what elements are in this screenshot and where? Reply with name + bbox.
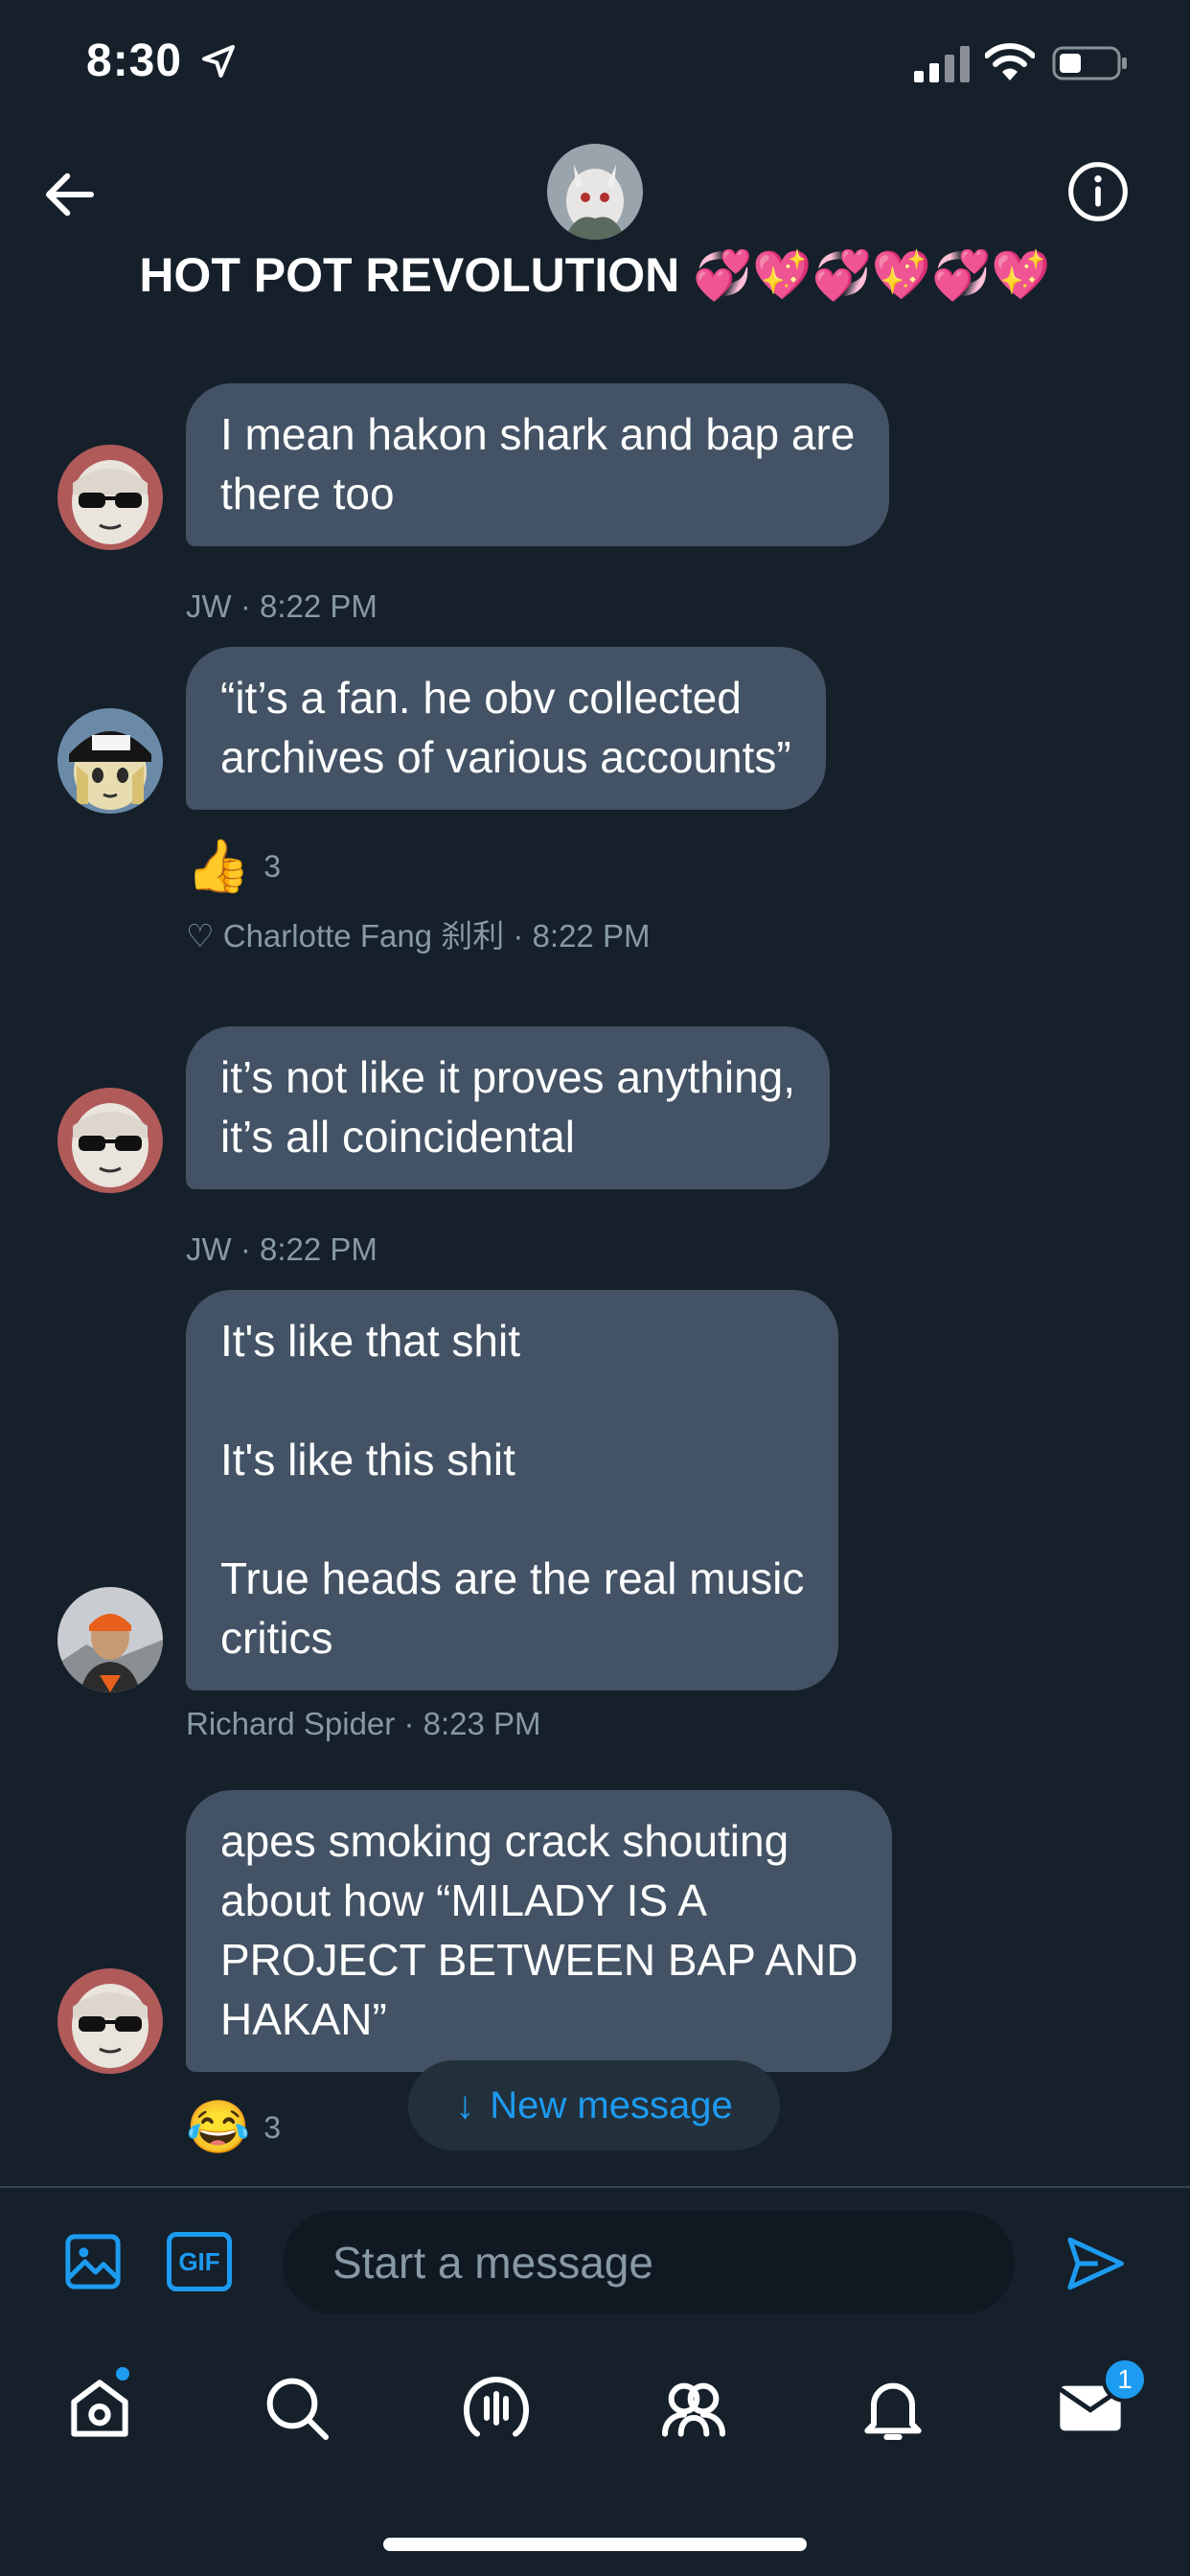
new-message-button[interactable]: ↓ New message xyxy=(408,2060,780,2150)
message-meta: JW · 8:22 PM xyxy=(186,1231,378,1267)
timestamp: 8:22 PM xyxy=(532,918,651,954)
message-bubble[interactable]: apes smoking crack shouting about how “M… xyxy=(186,1790,893,2072)
message-meta: Richard Spider · 8:23 PM xyxy=(186,1706,541,1741)
message-list[interactable]: I mean hakon shark and bap are there too… xyxy=(0,355,1190,2185)
avatar[interactable] xyxy=(57,708,163,814)
message-bubble[interactable]: It's like that shit It's like this shit … xyxy=(186,1290,839,1690)
home-badge-dot xyxy=(113,2364,132,2383)
timestamp: 8:22 PM xyxy=(259,588,378,624)
message-composer: GIF xyxy=(0,2186,1190,2339)
message-meta: JW · 8:22 PM xyxy=(186,588,378,624)
avatar[interactable] xyxy=(57,445,163,550)
spaces-icon[interactable] xyxy=(458,2370,535,2447)
reaction[interactable]: 👍 3 xyxy=(186,833,281,900)
thumbs-up-icon: 👍 xyxy=(186,838,251,895)
timestamp: 8:23 PM xyxy=(423,1706,541,1741)
conversation-title[interactable]: HOT POT REVOLUTION 💞💖💞💖💞💖 xyxy=(0,247,1190,304)
bell-icon[interactable] xyxy=(855,2370,931,2447)
liked-by: ♡ Charlotte Fang 刹利 xyxy=(186,918,505,954)
gif-icon[interactable]: GIF xyxy=(167,2232,232,2291)
battery-icon xyxy=(1052,46,1127,80)
sender-name: Richard Spider xyxy=(186,1706,396,1741)
avatar[interactable] xyxy=(57,1587,163,1692)
communities-icon[interactable] xyxy=(655,2370,732,2447)
group-avatar[interactable] xyxy=(547,144,643,240)
sender-name: JW xyxy=(186,1231,232,1267)
arrow-down-icon: ↓ xyxy=(455,2083,475,2127)
info-icon[interactable] xyxy=(1065,159,1131,224)
wifi-icon xyxy=(985,43,1035,80)
message-bubble[interactable]: it’s not like it proves anything, it’s a… xyxy=(186,1026,831,1189)
status-time: 8:30 xyxy=(86,35,183,86)
status-bar: 8:30 xyxy=(0,0,1190,134)
new-message-label: New message xyxy=(490,2083,733,2127)
conversation-header: HOT POT REVOLUTION 💞💖💞💖💞💖 xyxy=(0,134,1190,355)
send-icon[interactable] xyxy=(1062,2232,1129,2295)
message-input[interactable] xyxy=(283,2211,1015,2314)
reaction-count: 3 xyxy=(263,848,282,884)
reaction-count: 3 xyxy=(263,2109,282,2145)
messages-badge: 1 xyxy=(1102,2357,1148,2403)
image-icon[interactable] xyxy=(61,2230,125,2293)
home-indicator xyxy=(383,2538,807,2551)
timestamp: 8:22 PM xyxy=(259,1231,378,1267)
message-bubble[interactable]: “it’s a fan. he obv collected archives o… xyxy=(186,647,826,810)
sender-name: JW xyxy=(186,588,232,624)
message-bubble[interactable]: I mean hakon shark and bap are there too xyxy=(186,383,890,546)
laughing-icon: 😂 xyxy=(186,2099,251,2156)
signal-icon xyxy=(914,46,970,82)
search-icon[interactable] xyxy=(259,2370,335,2447)
message-meta: ♡ Charlotte Fang 刹利 · 8:22 PM xyxy=(186,918,651,954)
avatar[interactable] xyxy=(57,1088,163,1193)
reaction[interactable]: 😂 3 xyxy=(186,2094,281,2161)
avatar[interactable] xyxy=(57,1968,163,2074)
back-arrow-icon[interactable] xyxy=(38,163,102,226)
location-arrow-icon xyxy=(202,45,235,78)
